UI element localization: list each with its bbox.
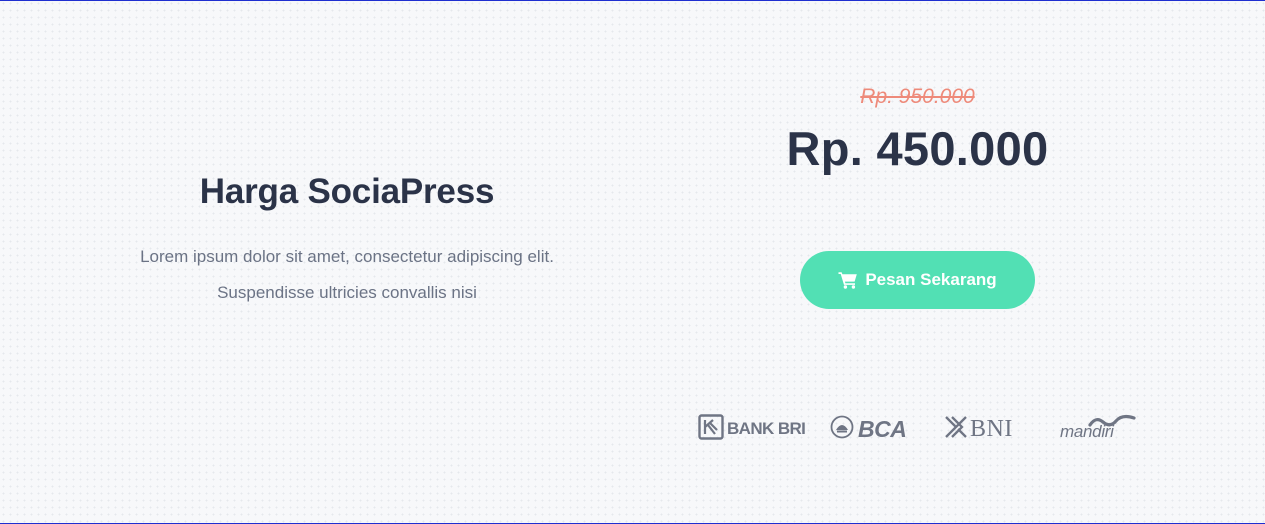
pricing-section: Harga SociaPress Lorem ipsum dolor sit a… xyxy=(0,1,1265,523)
bank-bri-label: BANK BRI xyxy=(727,419,806,438)
shopping-cart-icon xyxy=(838,271,858,289)
pricing-description-line-2: Suspendisse ultricies convallis nisi xyxy=(217,283,477,302)
bri-emblem-icon xyxy=(698,413,724,445)
new-price: Rp. 450.000 xyxy=(786,122,1049,175)
order-now-button[interactable]: Pesan Sekarang xyxy=(800,251,1035,309)
pricing-description-line-1: Lorem ipsum dolor sit amet, consectetur … xyxy=(140,247,554,266)
old-price: Rp. 950.000 xyxy=(860,85,975,108)
bca-emblem-icon xyxy=(830,415,854,444)
pricing-box: Rp. 950.000 Rp. 450.000 Pesan Sekarang xyxy=(680,83,1155,309)
bank-bni-label: BNI xyxy=(970,415,1013,442)
pricing-title: Harga SociaPress xyxy=(199,172,495,211)
bank-bca-label: BCA xyxy=(858,415,907,442)
pricing-description: Lorem ipsum dolor sit amet, consectetur … xyxy=(97,239,597,311)
bank-logos: BANK BRI BCA BNI mandiri xyxy=(698,411,1138,447)
mandiri-wave-icon xyxy=(1088,414,1136,433)
bank-mandiri-logo: mandiri xyxy=(1060,411,1140,447)
bank-bri-logo: BANK BRI xyxy=(698,411,806,447)
order-now-label: Pesan Sekarang xyxy=(865,270,997,289)
pricing-intro: Harga SociaPress Lorem ipsum dolor sit a… xyxy=(97,171,597,311)
bni-emblem-icon xyxy=(945,415,967,443)
bank-bni-logo: BNI xyxy=(945,411,1013,447)
bank-bca-logo: BCA xyxy=(830,411,907,447)
